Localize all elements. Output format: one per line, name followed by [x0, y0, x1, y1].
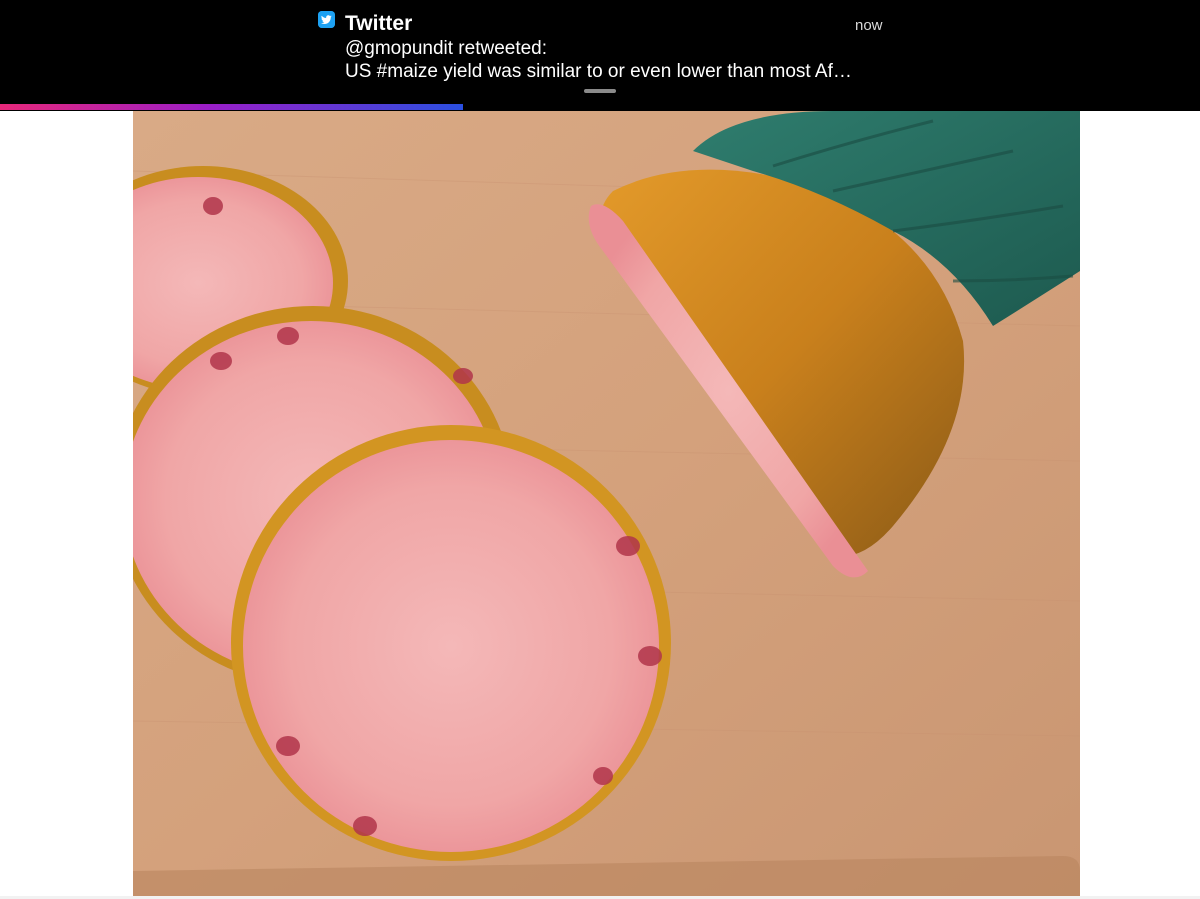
notification-banner[interactable]: Twitter now @gmopundit retweeted: US #ma… — [0, 0, 1200, 111]
notification-time: now — [855, 17, 883, 34]
notification-progress-fill — [0, 104, 464, 110]
notification-grabber-handle[interactable] — [584, 89, 616, 93]
notification-title: @gmopundit retweeted: — [345, 38, 548, 59]
twitter-bird-icon — [318, 11, 335, 28]
notification-app-name: Twitter — [345, 12, 413, 35]
notification-body: US #maize yield was similar to or even l… — [345, 61, 852, 82]
notification-progress-bar — [0, 104, 1200, 110]
pineapple-photo — [133, 111, 1080, 896]
